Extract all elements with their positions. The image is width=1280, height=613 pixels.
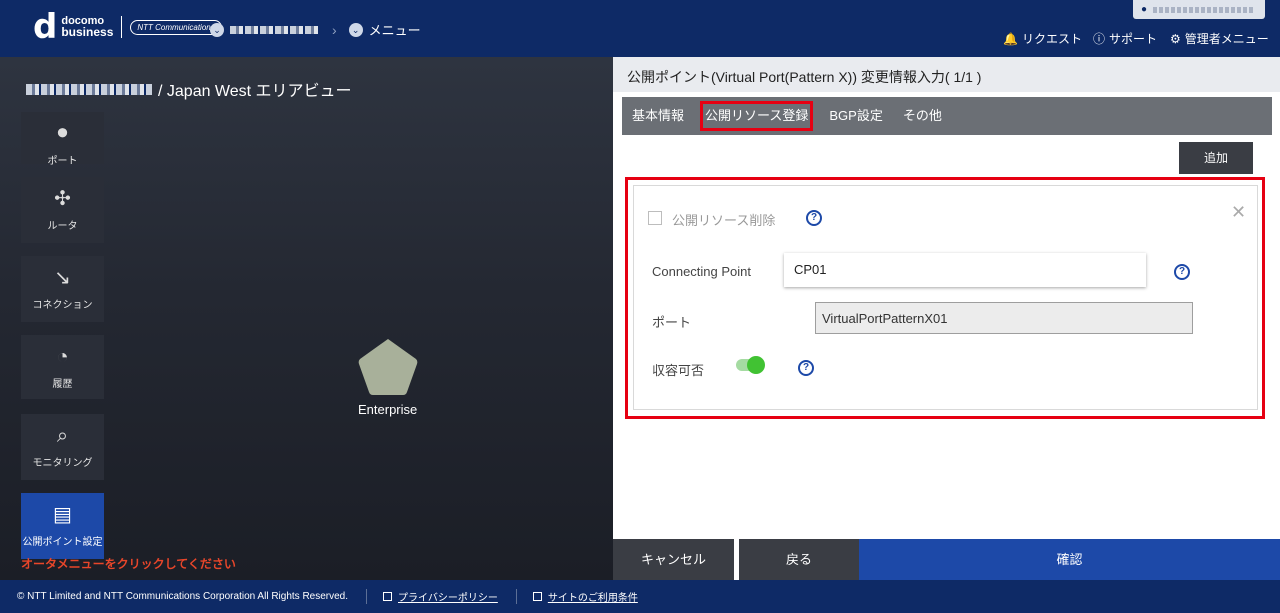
sidebar-item-monitoring[interactable]: ⌕ モニタリング <box>21 414 104 480</box>
chevron-down-icon[interactable]: ⌄ <box>210 22 224 37</box>
highlight-frame: 公開リソース削除 ? ✕ Connecting Point CP01 ? ポート… <box>625 177 1265 419</box>
sidebar-item-label: ポート <box>47 156 78 167</box>
sidebar-item-label: コネクション <box>32 300 93 311</box>
sidebar-item-public-point[interactable]: ▤ 公開ポイント設定 <box>21 493 104 559</box>
sidebar-item-label: モニタリング <box>32 458 93 469</box>
terms-label: サイトのご利用条件 <box>547 593 638 604</box>
help-icon[interactable]: ? <box>798 360 814 376</box>
admin-menu-label: 管理者メニュー <box>1184 32 1269 46</box>
external-link-icon <box>383 592 393 601</box>
copyright-text: © NTT Limited and NTT Communications Cor… <box>17 591 349 602</box>
monitoring-icon: ⌕ <box>56 425 69 447</box>
sidebar-item-connection[interactable]: ↘ コネクション <box>21 256 104 322</box>
privacy-policy-label: プライバシーポリシー <box>398 593 498 604</box>
sidebar-item-label: ルータ <box>47 221 78 232</box>
accommodation-label: 収容可否 <box>652 363 705 378</box>
edit-panel: 公開ポイント(Virtual Port(Pattern X)) 変更情報入力( … <box>613 57 1280 580</box>
bell-icon: 🔔 <box>1003 31 1018 46</box>
footer: © NTT Limited and NTT Communications Cor… <box>0 580 1280 613</box>
action-bar: キャンセル 戻る 確認 <box>613 539 1280 580</box>
history-icon: ◔ <box>56 346 69 368</box>
port-label: ポート <box>652 315 692 330</box>
sidebar-item-label: 履歴 <box>52 379 73 390</box>
sidebar-item-router[interactable]: ✣ ルータ <box>21 177 104 243</box>
breadcrumb: ⌄ › ⌄ メニュー <box>210 20 421 39</box>
tab-other[interactable]: その他 <box>893 97 952 135</box>
port-icon: ⚫ <box>54 123 71 145</box>
enterprise-node-label: Enterprise <box>358 402 418 417</box>
privacy-policy-link[interactable]: プライバシーポリシー <box>366 589 498 604</box>
user-account-button[interactable]: ● <box>1133 0 1265 19</box>
confirm-button[interactable]: 確認 <box>859 539 1280 580</box>
sidebar-item-history[interactable]: ◔ 履歴 <box>21 335 104 399</box>
breadcrumb-tenant-redacted[interactable] <box>230 25 320 34</box>
logo-divider <box>121 16 123 38</box>
support-link[interactable]: ⓘ サポート <box>1093 30 1157 47</box>
help-icon[interactable]: ? <box>1174 264 1190 280</box>
top-header: d docomo business NTT Communications ⌄ › … <box>0 0 1280 57</box>
public-resource-card: 公開リソース削除 ? ✕ Connecting Point CP01 ? ポート… <box>633 185 1258 410</box>
chevron-down-icon[interactable]: ⌄ <box>348 22 363 37</box>
area-view-canvas[interactable]: / Japan West エリアビュー ⚫ ポート ✣ ルータ ↘ コネクション… <box>0 57 613 580</box>
tab-basic-info[interactable]: 基本情報 <box>622 97 694 135</box>
request-link[interactable]: 🔔 リクエスト <box>1003 30 1082 47</box>
delete-resource-label: 公開リソース削除 <box>672 213 776 228</box>
ntt-logo: NTT Communications <box>130 19 222 35</box>
terms-link[interactable]: サイトのご利用条件 <box>515 589 638 604</box>
tenant-name-redacted <box>26 83 152 95</box>
user-icon: ● <box>1141 4 1148 15</box>
enterprise-node-icon[interactable] <box>357 337 419 397</box>
panel-title: 公開ポイント(Virtual Port(Pattern X)) 変更情報入力( … <box>613 57 1280 92</box>
router-icon: ✣ <box>54 188 71 210</box>
docomo-business-logo[interactable]: d docomo business NTT Communications <box>33 7 222 47</box>
sidebar-item-port[interactable]: ⚫ ポート <box>21 112 104 167</box>
gear-icon: ⚙ <box>1170 31 1181 46</box>
close-icon[interactable]: ✕ <box>1231 202 1246 223</box>
toggle-knob <box>747 356 765 374</box>
admin-menu-link[interactable]: ⚙ 管理者メニュー <box>1170 30 1269 47</box>
instruction-text: オータメニューをクリックしてください <box>21 557 236 571</box>
chevron-right-icon: › <box>332 21 337 38</box>
support-label: サポート <box>1109 32 1158 46</box>
back-button[interactable]: 戻る <box>739 539 859 580</box>
tab-bgp[interactable]: BGP設定 <box>819 97 892 135</box>
request-label: リクエスト <box>1021 32 1082 46</box>
cancel-button[interactable]: キャンセル <box>613 539 734 580</box>
logo-d-mark: d <box>33 7 58 47</box>
help-circle-icon: ⓘ <box>1093 32 1106 46</box>
port-field[interactable]: VirtualPortPatternX01 <box>815 302 1193 334</box>
tab-public-resource[interactable]: 公開リソース登録 <box>700 101 814 131</box>
connection-icon: ↘ <box>54 267 71 289</box>
add-button[interactable]: 追加 <box>1179 142 1253 174</box>
connecting-point-input[interactable]: CP01 <box>784 253 1146 287</box>
area-view-title: / Japan West エリアビュー <box>26 77 352 101</box>
panel-tabs: 基本情報 公開リソース登録 BGP設定 その他 <box>622 97 1272 135</box>
help-icon[interactable]: ? <box>806 210 822 226</box>
logo-text-bottom: business <box>61 25 114 39</box>
area-title-text: / Japan West エリアビュー <box>158 83 352 100</box>
external-link-icon <box>532 592 542 601</box>
delete-resource-checkbox[interactable] <box>648 211 662 225</box>
user-name-redacted <box>1153 6 1254 13</box>
breadcrumb-menu[interactable]: メニュー <box>369 20 421 39</box>
sidebar-item-label: 公開ポイント設定 <box>22 537 103 548</box>
accommodation-toggle[interactable] <box>736 356 765 374</box>
connecting-point-label: Connecting Point <box>652 264 752 279</box>
monitor-icon: ▤ <box>53 504 72 526</box>
